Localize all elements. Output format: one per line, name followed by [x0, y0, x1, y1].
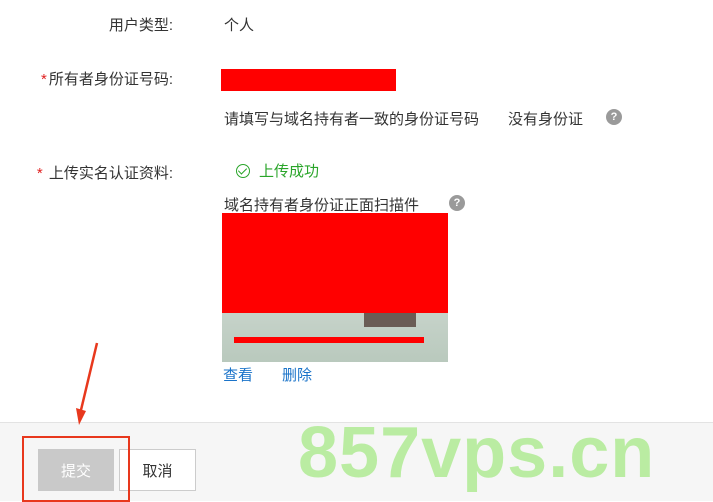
cancel-button[interactable]: 取消 [119, 449, 196, 491]
required-mark: * [36, 165, 43, 182]
annotation-highlight-box [22, 436, 130, 502]
upload-status-text: 上传成功 [259, 163, 320, 180]
view-link[interactable]: 查看 [223, 364, 253, 385]
delete-link[interactable]: 删除 [282, 364, 312, 385]
upload-label: * 上传实名认证资料: [37, 162, 173, 183]
user-type-label: 用户类型: [108, 17, 173, 34]
owner-id-hint: 请填写与域名持有者一致的身份证号码 [224, 111, 480, 128]
owner-id-input-redacted[interactable] [221, 69, 396, 91]
upload-status: 上传成功 [236, 160, 319, 181]
question-circle-icon[interactable]: ? [606, 109, 622, 126]
owner-id-help-icon[interactable]: ? [606, 108, 622, 126]
scan-redaction-block [222, 213, 448, 313]
question-circle-icon[interactable]: ? [449, 195, 465, 212]
no-id-link[interactable]: 没有身份证 [508, 108, 583, 129]
doc-title: 域名持有者身份证正面扫描件 [224, 197, 420, 214]
scan-redaction-line [234, 337, 424, 343]
id-scan-thumbnail[interactable] [222, 213, 448, 362]
check-circle-icon [236, 163, 250, 178]
owner-id-label: * 所有者身份证号码: [41, 68, 173, 89]
user-type-value: 个人 [224, 17, 255, 34]
required-mark: * [40, 71, 47, 88]
watermark: 857vps.cn [298, 413, 656, 493]
upload-label-text: 上传实名认证资料: [44, 165, 173, 182]
owner-id-label-text: 所有者身份证号码: [48, 71, 173, 88]
doc-help-icon[interactable]: ? [449, 194, 465, 212]
